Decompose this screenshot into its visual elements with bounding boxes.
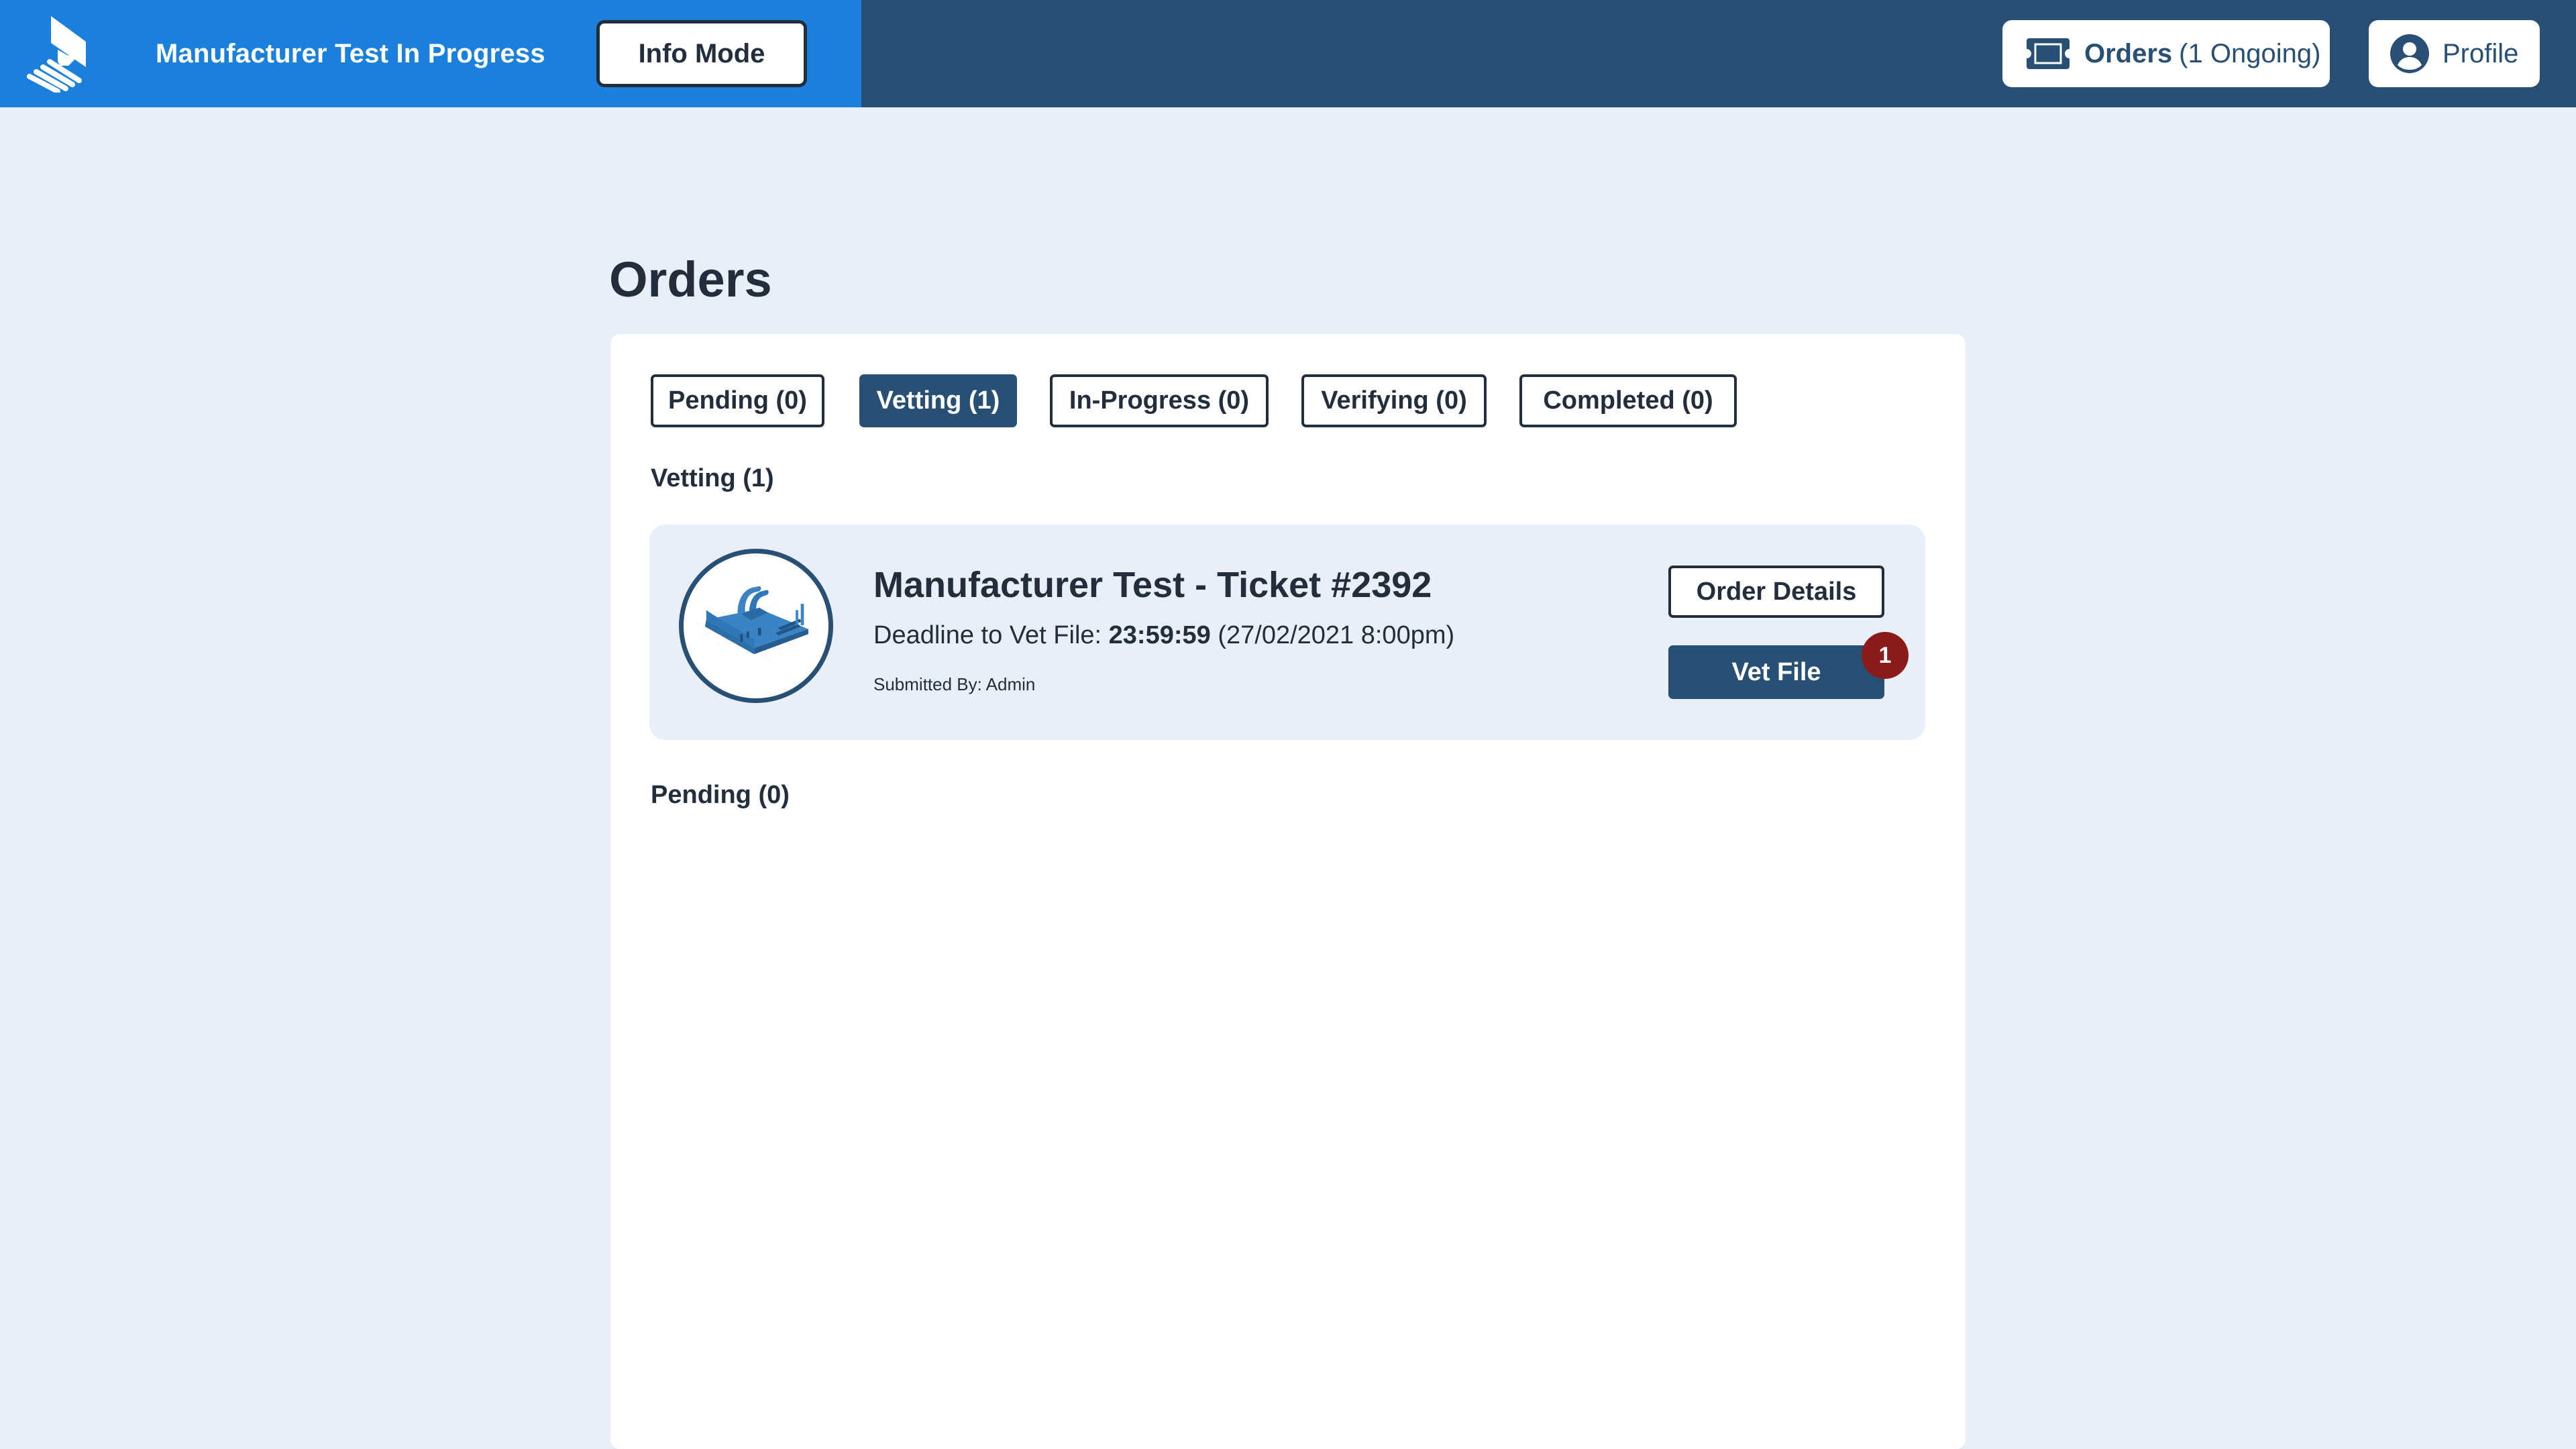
section-label-vetting: Vetting (1)	[651, 464, 774, 492]
tab-in-progress[interactable]: In-Progress (0)	[1050, 374, 1269, 427]
top-navbar: Manufacturer Test In Progress Info Mode …	[0, 0, 2576, 107]
deadline-datetime: (27/02/2021 8:00pm)	[1218, 621, 1455, 649]
order-title: Manufacturer Test - Ticket #2392	[873, 565, 1432, 605]
notification-badge: 1	[1862, 632, 1909, 679]
deadline-label: Deadline to Vet File:	[873, 621, 1102, 649]
orders-button[interactable]: Orders (1 Ongoing)	[2002, 20, 2330, 87]
ticket-icon	[2027, 38, 2070, 69]
order-card: Manufacturer Test - Ticket #2392 Deadlin…	[649, 525, 1925, 740]
tab-vetting[interactable]: Vetting (1)	[859, 374, 1017, 427]
tab-verifying[interactable]: Verifying (0)	[1301, 374, 1487, 427]
vet-file-button[interactable]: Vet File	[1668, 645, 1884, 699]
3d-model-preview-icon	[696, 586, 808, 661]
order-details-button[interactable]: Order Details	[1668, 566, 1884, 618]
profile-button[interactable]: Profile	[2369, 20, 2540, 87]
info-mode-button[interactable]: Info Mode	[596, 20, 807, 87]
orders-button-label: Orders	[2084, 38, 2173, 68]
user-circle-icon	[2390, 34, 2429, 73]
orders-ongoing-count: (1 Ongoing)	[2179, 38, 2321, 68]
order-deadline: Deadline to Vet File: 23:59:59 (27/02/20…	[873, 620, 1454, 651]
3d-printer-logo-icon[interactable]	[20, 15, 107, 94]
order-thumbnail[interactable]	[679, 549, 833, 703]
navbar-brand-section: Manufacturer Test In Progress Info Mode	[0, 0, 861, 107]
tab-pending[interactable]: Pending (0)	[651, 374, 824, 427]
submitted-by: Submitted By: Admin	[873, 674, 1036, 694]
page-title: Orders	[609, 252, 772, 307]
orders-panel: Pending (0) Vetting (1) In-Progress (0) …	[610, 334, 1966, 1449]
section-label-pending: Pending (0)	[651, 781, 790, 809]
profile-button-label: Profile	[2443, 38, 2519, 68]
tab-completed[interactable]: Completed (0)	[1519, 374, 1737, 427]
app-title: Manufacturer Test In Progress	[156, 39, 545, 68]
deadline-countdown: 23:59:59	[1108, 621, 1211, 649]
